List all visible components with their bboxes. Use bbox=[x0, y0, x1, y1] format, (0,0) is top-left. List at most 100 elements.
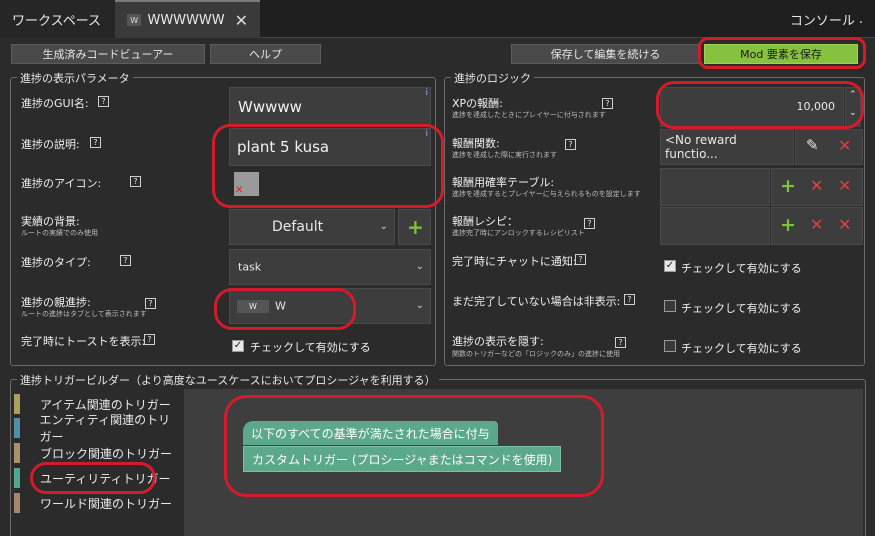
parent-value: W bbox=[275, 299, 286, 313]
help-icon[interactable]: ? bbox=[145, 298, 156, 309]
info-icon: i bbox=[425, 88, 428, 98]
type-value: task bbox=[238, 260, 262, 274]
chat-checkbox[interactable]: ✓ bbox=[664, 260, 676, 272]
parent-thumbnail: W bbox=[237, 300, 269, 313]
hide-display-check-label: チェックして有効にする bbox=[681, 342, 802, 355]
hide-display-checkbox[interactable] bbox=[664, 340, 676, 352]
help-icon[interactable]: ? bbox=[120, 255, 131, 266]
code-viewer-button[interactable]: 生成済みコードビューアー bbox=[11, 44, 205, 64]
loot-sub: 進捗を達成するとプレイヤーに与えられるものを設定します bbox=[452, 190, 641, 198]
help-icon[interactable]: ? bbox=[575, 254, 586, 265]
xp-sub: 進捗を達成したときにプレイヤーに付与されます bbox=[452, 111, 606, 119]
hide-unfinished-check-label: チェックして有効にする bbox=[681, 302, 802, 315]
missing-image-icon: ✕ bbox=[235, 185, 244, 196]
func-value: <No reward functio... bbox=[665, 133, 737, 161]
help-icon[interactable]: ? bbox=[565, 139, 576, 150]
type-label: 進捗のタイプ: bbox=[21, 256, 91, 269]
background-label: 実績の背景: bbox=[21, 215, 80, 228]
hide-unfinished-checkbox[interactable] bbox=[664, 300, 676, 312]
help-icon[interactable]: ? bbox=[98, 96, 109, 107]
close-icon[interactable]: ✕ bbox=[235, 11, 248, 30]
help-icon[interactable]: ? bbox=[584, 218, 595, 229]
save-mod-button[interactable]: Mod 要素を保存 bbox=[704, 44, 858, 64]
chat-label: 完了時にチャットに通知: bbox=[452, 255, 577, 268]
loot-label: 報酬用確率テーブル: bbox=[452, 176, 555, 189]
func-select[interactable]: <No reward functio... bbox=[660, 129, 794, 165]
custom-trigger-block[interactable]: カスタムトリガー (プロシージャまたはコマンドを使用) bbox=[243, 446, 562, 472]
icon-picker[interactable]: ✕ bbox=[234, 172, 259, 196]
toast-checkbox[interactable]: ✓ bbox=[232, 340, 244, 352]
delete-icon[interactable]: ✕ bbox=[810, 215, 823, 234]
help-icon[interactable]: ? bbox=[615, 337, 626, 348]
plus-icon[interactable]: + bbox=[780, 214, 796, 236]
tab-workspace-label: ワークスペース bbox=[12, 13, 102, 29]
icon-label: 進捗のアイコン: bbox=[21, 177, 102, 190]
xp-spinner[interactable]: ⌃ ⌄ bbox=[845, 87, 861, 127]
loot-actions: + ✕ ✕ bbox=[771, 168, 863, 206]
help-icon[interactable]: ? bbox=[90, 137, 101, 148]
spinner-up-icon[interactable]: ⌃ bbox=[849, 90, 857, 100]
help-icon[interactable]: ? bbox=[624, 294, 635, 305]
tab-thumbnail: W bbox=[127, 14, 142, 26]
console-button[interactable]: コンソール. bbox=[790, 0, 863, 38]
category-swatch bbox=[14, 443, 20, 463]
chevron-down-icon: ⌄ bbox=[415, 299, 424, 311]
func-label: 報酬関数: bbox=[452, 137, 500, 150]
xp-value: 10,000 bbox=[796, 100, 836, 113]
chat-check-label: チェックして有効にする bbox=[681, 262, 802, 275]
chevron-down-icon: ⌄ bbox=[379, 220, 388, 232]
category-swatch bbox=[14, 468, 20, 488]
pencil-icon[interactable]: ✎ bbox=[806, 136, 819, 154]
loot-list[interactable] bbox=[660, 168, 770, 206]
parent-select[interactable]: W W ⌄ bbox=[229, 288, 431, 324]
logic-title: 進捗のロジック bbox=[451, 70, 534, 86]
recipe-actions: + ✕ ✕ bbox=[771, 207, 863, 245]
background-select[interactable]: Default ⌄ bbox=[229, 209, 395, 245]
tab-workspace[interactable]: ワークスペース bbox=[0, 0, 115, 38]
type-select[interactable]: task ⌄ bbox=[229, 249, 431, 285]
background-value: Default bbox=[272, 219, 324, 235]
plus-icon: + bbox=[407, 215, 424, 239]
toast-check-label: チェックして有効にする bbox=[250, 341, 371, 354]
func-actions: ✎ ✕ bbox=[795, 129, 863, 165]
tab-advancement-label: WWWWWW bbox=[147, 12, 225, 28]
category-label: エンティティ関連のトリガー bbox=[39, 413, 171, 444]
toast-label: 完了時にトーストを表示: bbox=[21, 335, 146, 348]
description-field[interactable]: plant 5 kusa i bbox=[229, 128, 431, 166]
recipe-list[interactable] bbox=[660, 207, 770, 245]
category-entity[interactable]: エンティティ関連のトリガー bbox=[14, 413, 182, 444]
xp-input[interactable]: 10,000 bbox=[660, 87, 844, 127]
spinner-down-icon[interactable]: ⌄ bbox=[849, 108, 857, 118]
category-label: ワールド関連のトリガー bbox=[40, 496, 173, 511]
save-continue-button[interactable]: 保存して編集を続ける bbox=[511, 44, 700, 64]
gui-name-label: 進捗のGUI名: bbox=[21, 97, 89, 110]
delete-icon[interactable]: ✕ bbox=[810, 176, 823, 195]
help-icon[interactable]: ? bbox=[144, 334, 155, 345]
xp-label: XPの報酬: bbox=[452, 97, 503, 110]
tab-bar: ワークスペース W WWWWWW ✕ コンソール. bbox=[0, 0, 875, 38]
help-button[interactable]: ヘルプ bbox=[210, 44, 321, 64]
delete-icon[interactable]: ✕ bbox=[838, 136, 851, 155]
delete-all-icon[interactable]: ✕ bbox=[838, 176, 851, 195]
help-icon[interactable]: ? bbox=[130, 176, 141, 187]
info-icon: i bbox=[425, 129, 428, 139]
display-params-title: 進捗の表示パラメータ bbox=[17, 70, 133, 86]
category-utility[interactable]: ユーティリティトリガー bbox=[14, 467, 182, 489]
help-icon[interactable]: ? bbox=[602, 98, 613, 109]
category-world[interactable]: ワールド関連のトリガー bbox=[14, 492, 182, 514]
category-swatch bbox=[14, 418, 20, 438]
hide-display-label: 進捗の表示を隠す: bbox=[452, 335, 544, 348]
delete-all-icon[interactable]: ✕ bbox=[838, 215, 851, 234]
recipe-label: 報酬レシピ： bbox=[452, 215, 518, 228]
hide-unfinished-label: まだ完了していない場合は非表示: bbox=[452, 295, 621, 308]
parent-label: 進捗の親進捗: bbox=[21, 296, 91, 309]
func-sub: 進捗を達成した際に実行されます bbox=[452, 151, 557, 159]
add-background-button[interactable]: + bbox=[398, 209, 431, 245]
gui-name-value: Wwwww bbox=[238, 98, 302, 116]
gui-name-field[interactable]: Wwwww i bbox=[229, 87, 431, 127]
plus-icon[interactable]: + bbox=[780, 175, 796, 197]
tab-advancement[interactable]: W WWWWWW ✕ bbox=[115, 0, 260, 38]
trigger-root-block[interactable]: 以下のすべての基準が満たされた場合に付与 bbox=[243, 421, 498, 445]
category-block[interactable]: ブロック関連のトリガー bbox=[14, 442, 182, 464]
trigger-builder-title: 進捗トリガービルダー（より高度なユースケースにおいてプロシージャを利用する） bbox=[17, 372, 439, 388]
